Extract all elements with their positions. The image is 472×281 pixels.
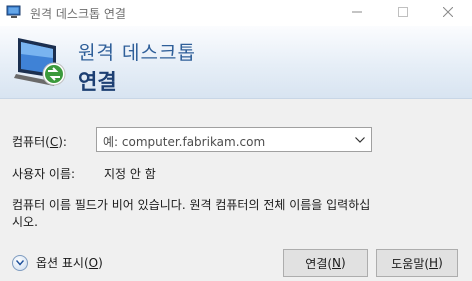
connect-button[interactable]: 연결(N): [283, 249, 368, 277]
minimize-icon[interactable]: [347, 3, 367, 21]
close-icon[interactable]: [438, 3, 458, 21]
expand-chevron-icon[interactable]: [12, 254, 28, 271]
maximize-icon[interactable]: [393, 3, 413, 21]
info-message: 컴퓨터 이름 필드가 비어 있습니다. 원격 컴퓨터의 전체 이름을 입력하십시…: [12, 198, 371, 229]
banner-title: 원격 데스크톱: [78, 42, 196, 64]
header-banner: 원격 데스크톱 연결: [0, 26, 472, 99]
banner-subtitle: 연결: [78, 70, 117, 94]
username-value: 지정 안 함: [104, 167, 156, 181]
remote-desktop-app-icon: [6, 5, 22, 19]
window-title: 원격 데스크톱 연결: [30, 7, 126, 21]
help-button[interactable]: 도움말(H): [376, 249, 458, 277]
username-label: 사용자 이름:: [12, 167, 76, 181]
remote-desktop-connection-window: 원격 데스크톱 연결 원격 데스크톱 연결 컴퓨터(C): 예: compute…: [0, 0, 472, 281]
remote-desktop-monitor-icon: [12, 34, 70, 90]
show-options-label[interactable]: 옵션 표시(O): [36, 254, 103, 271]
show-options-toggle[interactable]: 옵션 표시(O): [12, 254, 103, 271]
title-bar: 원격 데스크톱 연결: [0, 0, 472, 26]
computer-combobox[interactable]: 예: computer.fabrikam.com: [96, 127, 372, 152]
chevron-down-icon[interactable]: [351, 131, 369, 149]
computer-label: 컴퓨터(C):: [12, 135, 67, 149]
computer-input-placeholder[interactable]: 예: computer.fabrikam.com: [103, 133, 265, 150]
